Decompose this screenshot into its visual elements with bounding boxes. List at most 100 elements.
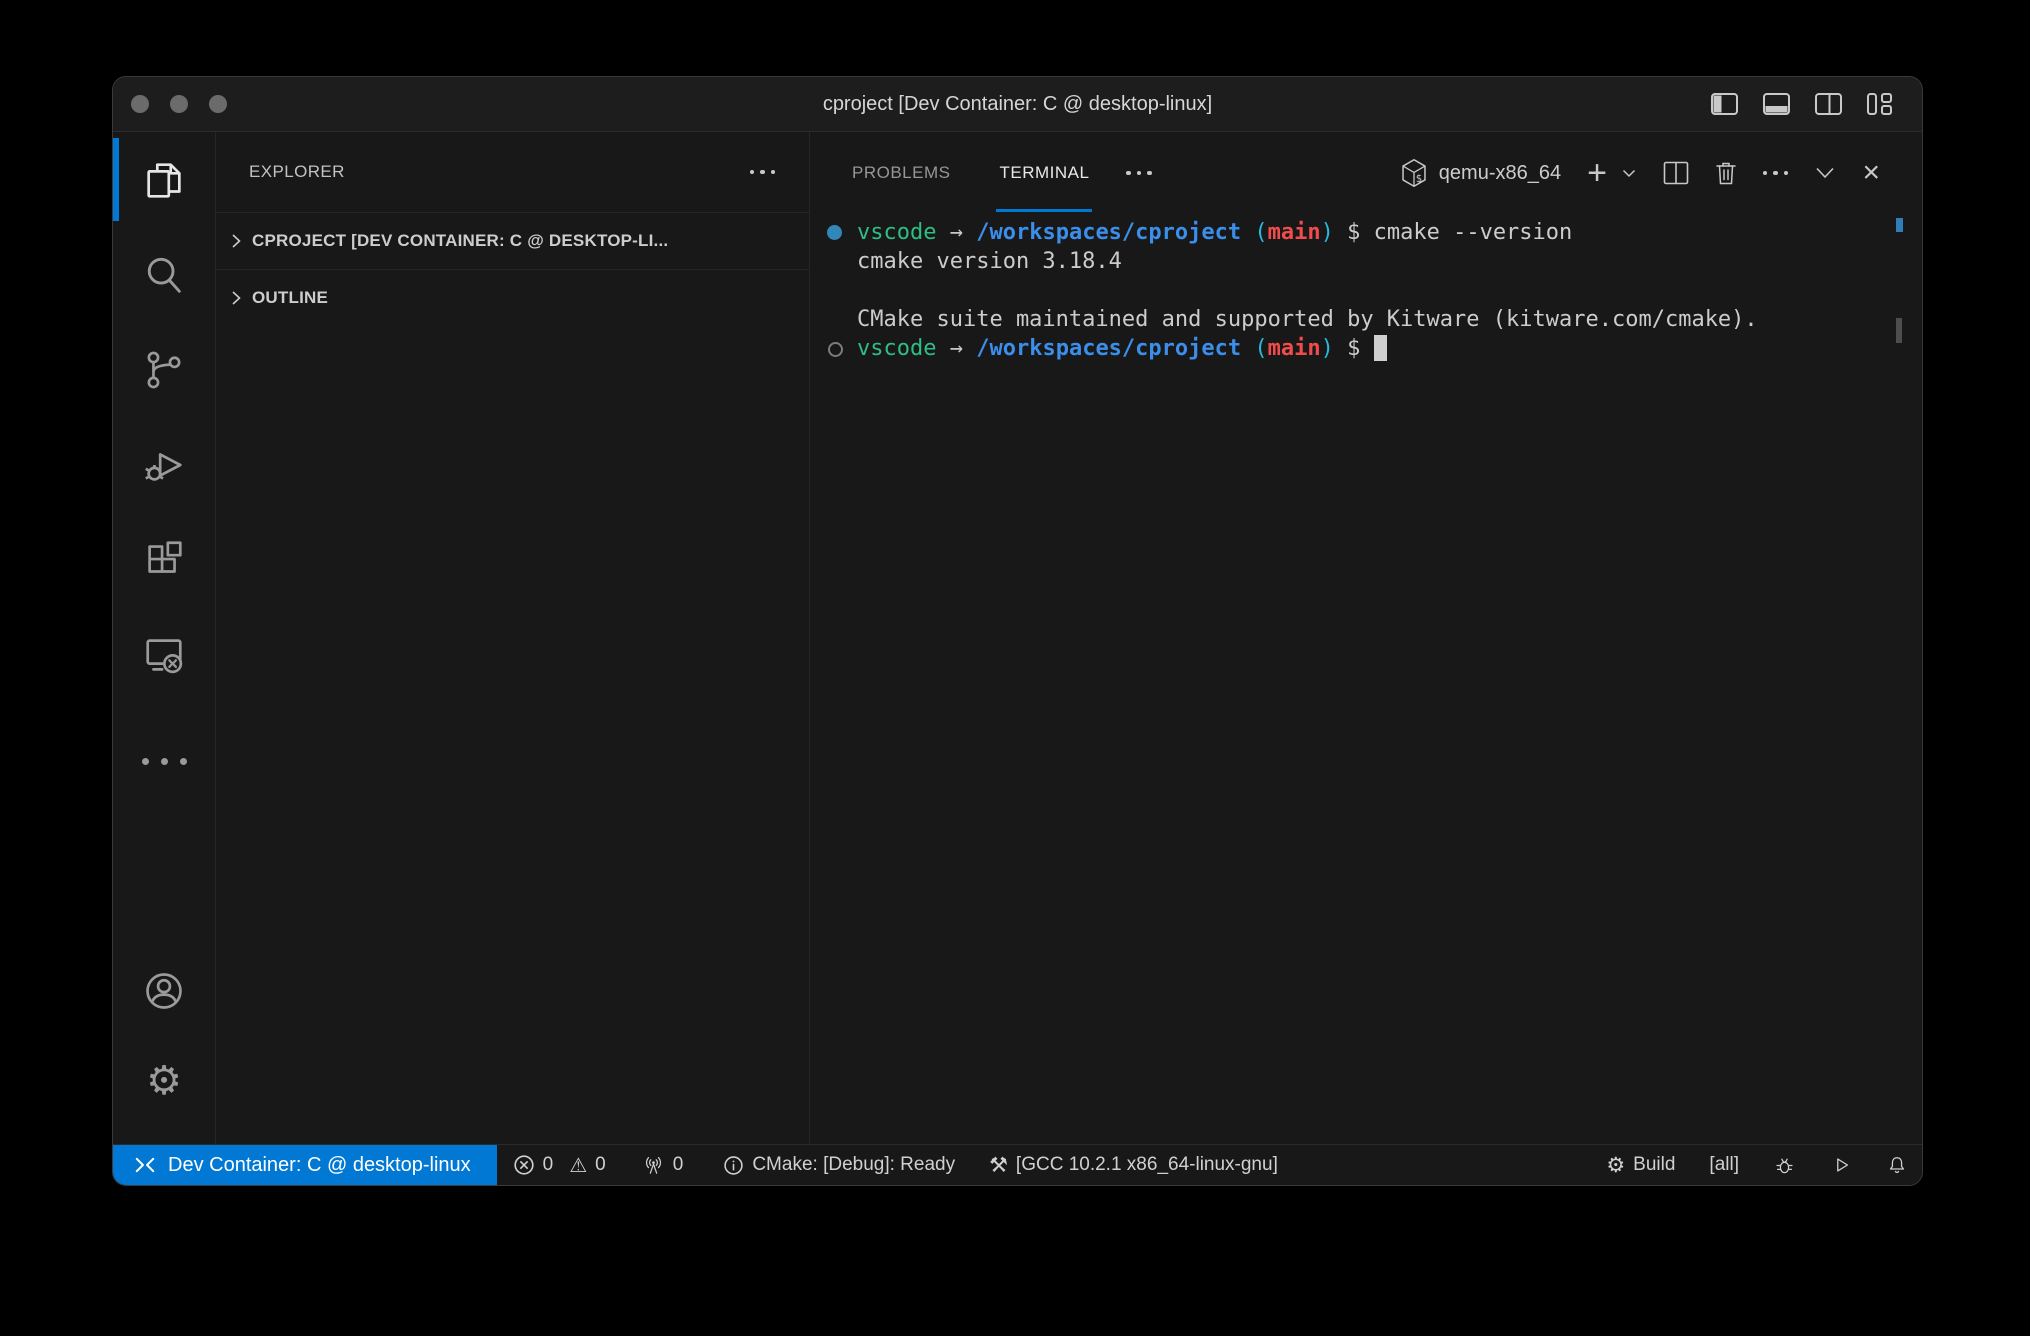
section-label: CPROJECT [DEV CONTAINER: C @ DESKTOP-LI.… [252, 231, 668, 251]
panel-actions: + [1587, 160, 1880, 186]
toggle-panel-icon [1763, 93, 1790, 115]
more-icon [750, 170, 755, 175]
section-label: OUTLINE [252, 288, 328, 308]
terminal-line: vscode → /workspaces/cproject (main) $ [810, 334, 1922, 363]
panel-more-actions-button[interactable] [1126, 171, 1152, 176]
bottom-panel: PROBLEMS TERMINAL $ qemu-x86_6 [810, 132, 1922, 1144]
activity-item-search[interactable] [113, 227, 215, 322]
overview-ruler-command-mark [1896, 218, 1903, 232]
toggle-sidebar-button[interactable] [1711, 93, 1738, 115]
extensions-icon [141, 537, 187, 583]
cmake-status[interactable]: CMake: [Debug]: Ready [723, 1154, 955, 1176]
traffic-lights [113, 95, 227, 113]
notifications-button[interactable] [1886, 1154, 1908, 1177]
activity-item-run-and-debug[interactable] [113, 417, 215, 512]
titlebar-layout-controls [1711, 93, 1922, 115]
terminal-output[interactable]: vscode → /workspaces/cproject (main) $ c… [810, 214, 1922, 1144]
play-icon [1830, 1154, 1852, 1176]
command-executed-decoration[interactable] [827, 225, 842, 240]
error-count: 0 [543, 1154, 554, 1176]
activity-item-remote-explorer[interactable] [113, 607, 215, 702]
terminal-line [810, 276, 1922, 305]
active-item-indicator [113, 138, 119, 221]
cmake-build-button[interactable]: ⚙ Build [1606, 1154, 1675, 1176]
terminal-profile-dropdown-button[interactable] [1620, 164, 1638, 182]
cmake-build-target[interactable]: [all] [1709, 1154, 1739, 1176]
activity-item-extensions[interactable] [113, 512, 215, 607]
bug-icon [1773, 1154, 1796, 1177]
tab-terminal-label: TERMINAL [999, 163, 1089, 183]
explorer-more-actions-button[interactable] [750, 170, 776, 175]
account-icon [141, 968, 187, 1014]
split-terminal-button[interactable] [1663, 161, 1689, 185]
terminal-instance[interactable]: $ qemu-x86_64 [1400, 158, 1561, 188]
traffic-light-zoom[interactable] [209, 95, 227, 113]
terminal-line: cmake version 3.18.4 [810, 247, 1922, 276]
gear-icon: ⚙ [1606, 1155, 1625, 1176]
workbench-body: ⚙ EXPLORER CPROJECT [DEV CONTAINER: C @ … [113, 132, 1922, 1144]
chevron-down-icon [1620, 164, 1638, 182]
traffic-light-close[interactable] [131, 95, 149, 113]
remote-indicator[interactable]: Dev Container: C @ desktop-linux [113, 1145, 497, 1185]
remote-icon [134, 1154, 156, 1176]
cmake-debug-button[interactable] [1773, 1154, 1796, 1177]
warning-icon: ⚠ [569, 1155, 587, 1175]
active-tab-indicator [996, 209, 1092, 212]
activity-item-explorer[interactable] [113, 132, 215, 227]
warning-count: 0 [595, 1154, 606, 1176]
activity-item-accounts[interactable] [113, 946, 215, 1036]
more-icon [142, 758, 187, 765]
activity-item-additional-views[interactable] [113, 714, 215, 809]
activity-item-manage[interactable]: ⚙ [113, 1036, 215, 1126]
terminal-line: vscode → /workspaces/cproject (main) $ c… [810, 218, 1922, 247]
gear-icon: ⚙ [146, 1061, 182, 1101]
bell-icon [1886, 1154, 1908, 1177]
split-terminal-icon [1663, 161, 1689, 185]
problems-status[interactable]: 0 ⚠ 0 [513, 1154, 606, 1176]
terminal-profile-icon: $ [1400, 158, 1428, 188]
vscode-window: cproject [Dev Container: C @ desktop-lin… [112, 76, 1923, 1186]
activity-item-source-control[interactable] [113, 322, 215, 417]
close-panel-button[interactable]: × [1862, 163, 1880, 183]
customize-layout-button[interactable] [1867, 93, 1892, 115]
remote-label: Dev Container: C @ desktop-linux [168, 1154, 471, 1177]
info-icon [723, 1155, 744, 1176]
chevron-right-icon [226, 231, 246, 251]
terminal-more-actions-button[interactable] [1763, 171, 1789, 176]
remote-explorer-icon [141, 632, 187, 678]
terminal-scrollbar-thumb[interactable] [1896, 318, 1902, 343]
kit-text: [GCC 10.2.1 x86_64-linux-gnu] [1016, 1154, 1278, 1176]
cmake-kit[interactable]: ⚒ [GCC 10.2.1 x86_64-linux-gnu] [989, 1154, 1278, 1176]
more-icon [1763, 171, 1768, 176]
traffic-light-minimize[interactable] [170, 95, 188, 113]
sidebar-title: EXPLORER [249, 162, 345, 182]
sidebar-section-cproject[interactable]: CPROJECT [DEV CONTAINER: C @ DESKTOP-LI.… [216, 212, 809, 269]
ports-count: 0 [673, 1154, 684, 1176]
tools-icon: ⚒ [989, 1155, 1008, 1176]
build-target-text: [all] [1709, 1154, 1739, 1176]
svg-text:$: $ [1416, 173, 1422, 185]
chevron-down-icon [1813, 163, 1837, 183]
error-icon [513, 1154, 535, 1176]
command-pending-decoration[interactable] [828, 342, 843, 357]
radio-tower-icon [642, 1154, 665, 1177]
toggle-secondary-sidebar-button[interactable] [1815, 93, 1842, 115]
cmake-launch-button[interactable] [1830, 1154, 1852, 1176]
kill-terminal-button[interactable] [1714, 160, 1738, 186]
customize-layout-icon [1867, 93, 1892, 115]
terminal-line: CMake suite maintained and supported by … [810, 305, 1922, 334]
window-title: cproject [Dev Container: C @ desktop-lin… [113, 93, 1922, 116]
chevron-right-icon [226, 288, 246, 308]
new-terminal-button[interactable]: + [1587, 163, 1607, 183]
titlebar: cproject [Dev Container: C @ desktop-lin… [113, 77, 1922, 132]
sidebar-section-outline[interactable]: OUTLINE [216, 269, 809, 326]
activity-bar: ⚙ [113, 132, 216, 1144]
ports-status[interactable]: 0 [642, 1154, 684, 1177]
hide-panel-chevron-button[interactable] [1813, 163, 1837, 183]
tab-terminal[interactable]: TERMINAL [999, 132, 1089, 214]
toggle-panel-button[interactable] [1763, 93, 1790, 115]
tab-problems[interactable]: PROBLEMS [852, 132, 950, 214]
explorer-sidebar: EXPLORER CPROJECT [DEV CONTAINER: C @ DE… [216, 132, 810, 1144]
sidebar-header: EXPLORER [216, 132, 809, 212]
build-label: Build [1633, 1154, 1675, 1176]
